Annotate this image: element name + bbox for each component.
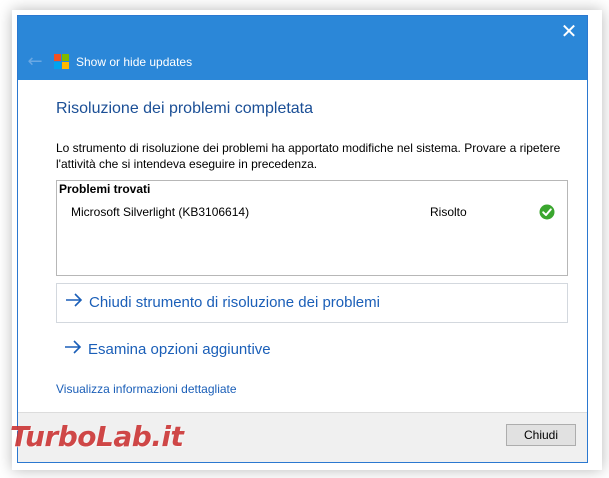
window-title: Show or hide updates xyxy=(76,55,193,69)
close-troubleshooter-link[interactable]: Chiudi strumento di risoluzione dei prob… xyxy=(56,283,568,323)
close-troubleshooter-label: Chiudi strumento di risoluzione dei prob… xyxy=(89,294,380,311)
problems-list: Problemi trovati Microsoft Silverlight (… xyxy=(56,180,568,276)
close-icon: ✕ xyxy=(560,19,578,43)
windows-logo-icon xyxy=(54,54,70,70)
back-button[interactable]: ← xyxy=(22,48,48,76)
green-check-icon xyxy=(539,204,555,220)
close-button[interactable]: Chiudi xyxy=(506,424,576,446)
close-window-button[interactable]: ✕ xyxy=(551,16,587,46)
problem-name: Microsoft Silverlight (KB3106614) xyxy=(71,205,250,219)
arrow-right-icon xyxy=(66,293,83,307)
arrow-right-icon xyxy=(65,340,82,354)
view-details-link[interactable]: Visualizza informazioni dettagliate xyxy=(56,382,237,396)
watermark-logo: TurboLab.it xyxy=(10,420,184,453)
explore-options-label: Esamina opzioni aggiuntive xyxy=(88,341,271,358)
back-arrow-icon: ← xyxy=(27,51,43,72)
explore-options-link[interactable]: Esamina opzioni aggiuntive xyxy=(56,331,568,371)
description-text: Lo strumento di risoluzione dei problemi… xyxy=(56,141,561,171)
page-title: Risoluzione dei problemi completata xyxy=(56,100,314,117)
list-item[interactable]: Microsoft Silverlight (KB3106614) Risolt… xyxy=(57,203,567,223)
navigation-row: ← Show or hide updates xyxy=(18,46,587,80)
problems-header: Problemi trovati xyxy=(59,182,151,196)
main-content: Risoluzione dei problemi completata Lo s… xyxy=(18,80,587,412)
problem-status: Risolto xyxy=(430,205,467,219)
troubleshooter-window: ✕ ← Show or hide updates Risoluzione dei… xyxy=(17,15,588,463)
